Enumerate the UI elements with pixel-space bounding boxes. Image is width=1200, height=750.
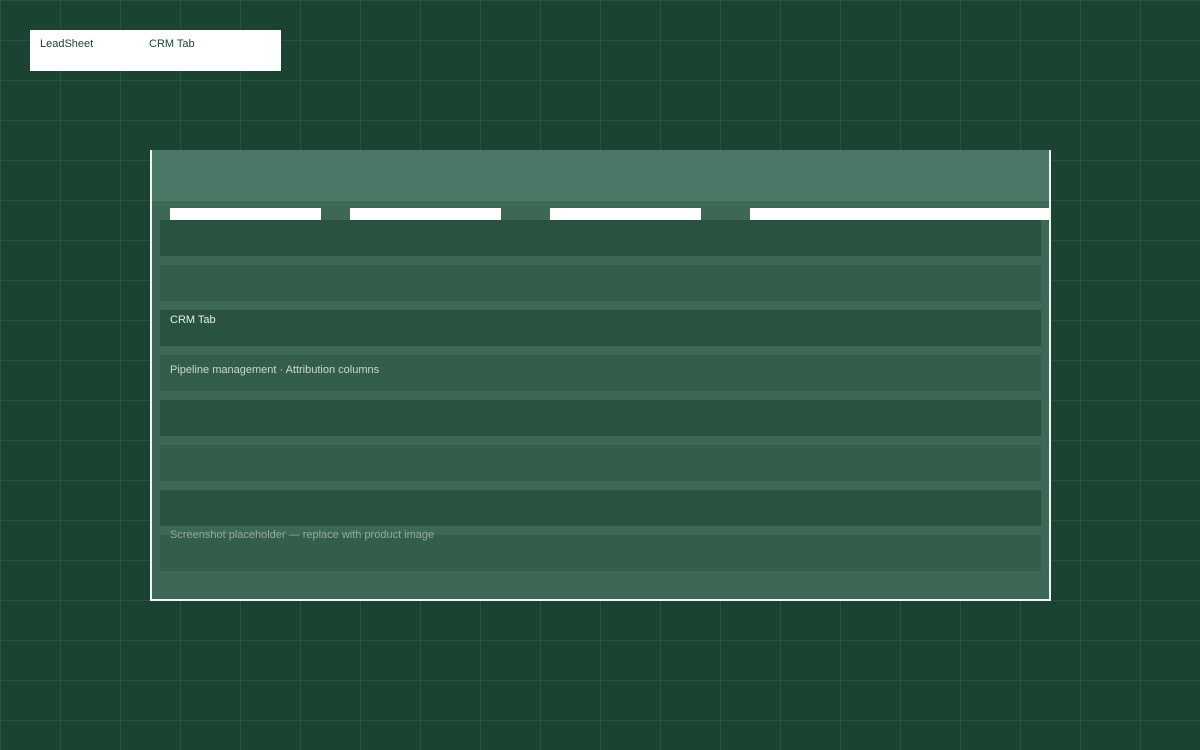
list-row xyxy=(160,220,1041,256)
brand-name: LeadSheet xyxy=(40,38,94,50)
breadcrumb-tag: LeadSheet CRM Tab xyxy=(30,30,281,71)
screenshot-frame: CRM Tab Pipeline management · Attributio… xyxy=(150,150,1051,601)
list-row xyxy=(160,310,1041,346)
list-row xyxy=(160,490,1041,526)
page-title: CRM Tab xyxy=(170,314,216,326)
list-row xyxy=(160,400,1041,436)
placeholder-caption: Screenshot placeholder — replace with pr… xyxy=(170,529,435,541)
section-name: CRM Tab xyxy=(149,38,195,50)
frame-header-bar xyxy=(152,150,1049,201)
tab-4[interactable] xyxy=(750,208,1049,220)
page-subtitle: Pipeline management · Attribution column… xyxy=(170,364,380,376)
tab-2[interactable] xyxy=(350,208,501,220)
list-row xyxy=(160,445,1041,481)
tab-1[interactable] xyxy=(170,208,321,220)
tab-3[interactable] xyxy=(550,208,701,220)
list-row xyxy=(160,265,1041,301)
tab-bar xyxy=(152,208,1049,220)
